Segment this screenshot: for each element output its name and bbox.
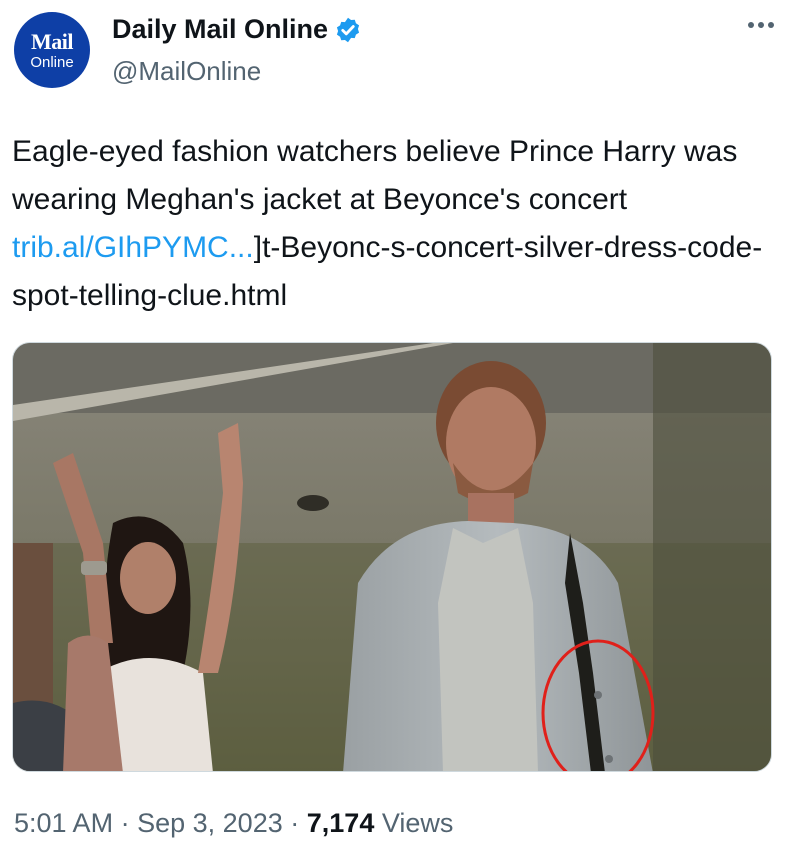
author-handle[interactable]: @MailOnline <box>112 56 261 87</box>
avatar-logo-bottom: Online <box>30 53 74 71</box>
verified-badge-icon <box>336 17 360 42</box>
tweet-card[interactable]: Mail Online Daily Mail Online @MailOnlin… <box>0 0 800 861</box>
avatar[interactable]: Mail Online <box>14 12 90 88</box>
meta-separator: · <box>120 808 130 838</box>
tweet-date[interactable]: Sep 3, 2023 <box>137 808 283 838</box>
display-name[interactable]: Daily Mail Online <box>112 14 328 45</box>
photo-illustration <box>13 343 771 771</box>
avatar-logo-top: Mail <box>31 28 74 54</box>
more-options-icon[interactable] <box>748 22 774 28</box>
tweet-time[interactable]: 5:01 AM <box>14 808 113 838</box>
tweet-photo[interactable] <box>12 342 772 772</box>
tweet-text: Eagle-eyed fashion watchers believe Prin… <box>12 128 792 320</box>
meta-separator: · <box>290 808 300 838</box>
views-label[interactable]: Views <box>382 808 454 838</box>
views-count[interactable]: 7,174 <box>307 808 375 838</box>
author-name-row: Daily Mail Online <box>112 14 362 45</box>
tweet-meta: 5:01 AM · Sep 3, 2023 · 7,174 Views <box>14 808 453 839</box>
tweet-link[interactable]: trib.al/GIhPYMC... <box>12 231 254 264</box>
tweet-text-part1: Eagle-eyed fashion watchers believe Prin… <box>12 135 738 216</box>
